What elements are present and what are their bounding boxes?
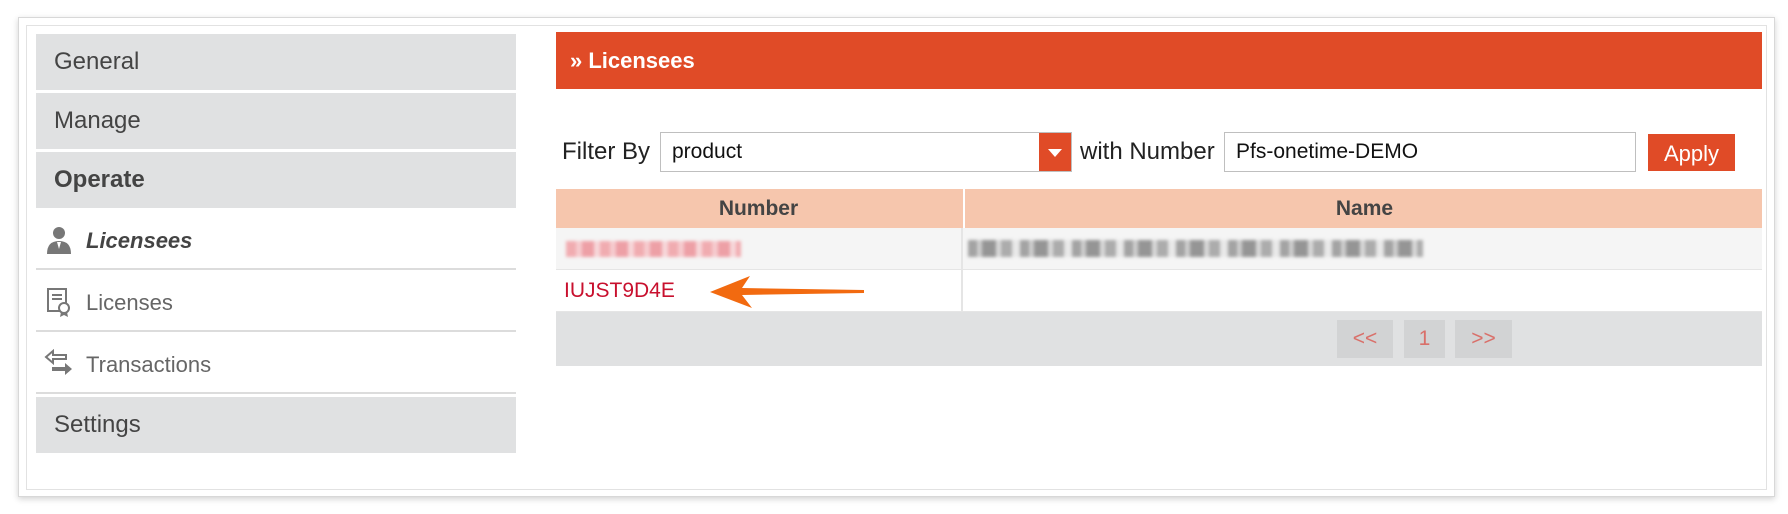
- column-header-name[interactable]: Name: [963, 189, 1764, 228]
- annotation-arrow-icon: [710, 276, 864, 308]
- sidebar-item-transactions[interactable]: Transactions: [36, 335, 516, 394]
- table-row[interactable]: [556, 228, 1762, 270]
- next-page-button[interactable]: >>: [1455, 320, 1512, 358]
- sidebar-item-label: Transactions: [86, 352, 212, 377]
- sidebar-section-general[interactable]: General: [36, 34, 516, 90]
- filter-select-value: product: [672, 140, 743, 163]
- filter-label: Filter By: [562, 138, 651, 165]
- column-divider: [961, 228, 963, 269]
- apply-button[interactable]: Apply: [1648, 134, 1735, 171]
- licensee-number-link[interactable]: IUJST9D4E: [564, 270, 675, 311]
- sidebar-item-label: Licenses: [86, 290, 173, 315]
- chevron-down-icon[interactable]: [1039, 133, 1071, 171]
- column-header-number[interactable]: Number: [556, 189, 961, 228]
- number-input[interactable]: [1224, 132, 1636, 172]
- with-number-label: with Number: [1080, 138, 1215, 165]
- transfer-icon: [44, 348, 74, 379]
- column-divider: [961, 270, 963, 311]
- sidebar-section-operate[interactable]: Operate: [36, 152, 516, 208]
- sidebar: General Manage Operate Licensees License…: [36, 34, 516, 456]
- filter-bar: Filter By product with Number Apply: [556, 132, 1762, 172]
- sidebar-item-licensees[interactable]: Licensees: [36, 211, 516, 270]
- sidebar-section-settings[interactable]: Settings: [36, 397, 516, 453]
- certificate-icon: [44, 287, 74, 317]
- user-icon: [44, 225, 74, 255]
- pagination: << 1 >>: [556, 312, 1762, 366]
- sidebar-item-label: Licensees: [86, 228, 193, 253]
- main-panel: » Licensees Filter By product with Numbe…: [556, 32, 1762, 366]
- page-title: » Licensees: [556, 32, 1762, 89]
- redacted-name: [968, 240, 1423, 257]
- sidebar-item-licenses[interactable]: Licenses: [36, 273, 516, 332]
- page-1-button[interactable]: 1: [1404, 320, 1445, 358]
- filter-select[interactable]: product: [660, 132, 1072, 172]
- sidebar-section-manage[interactable]: Manage: [36, 93, 516, 149]
- table-header: Number Name: [556, 189, 1762, 228]
- redacted-number: [566, 241, 741, 257]
- prev-page-button[interactable]: <<: [1337, 320, 1393, 358]
